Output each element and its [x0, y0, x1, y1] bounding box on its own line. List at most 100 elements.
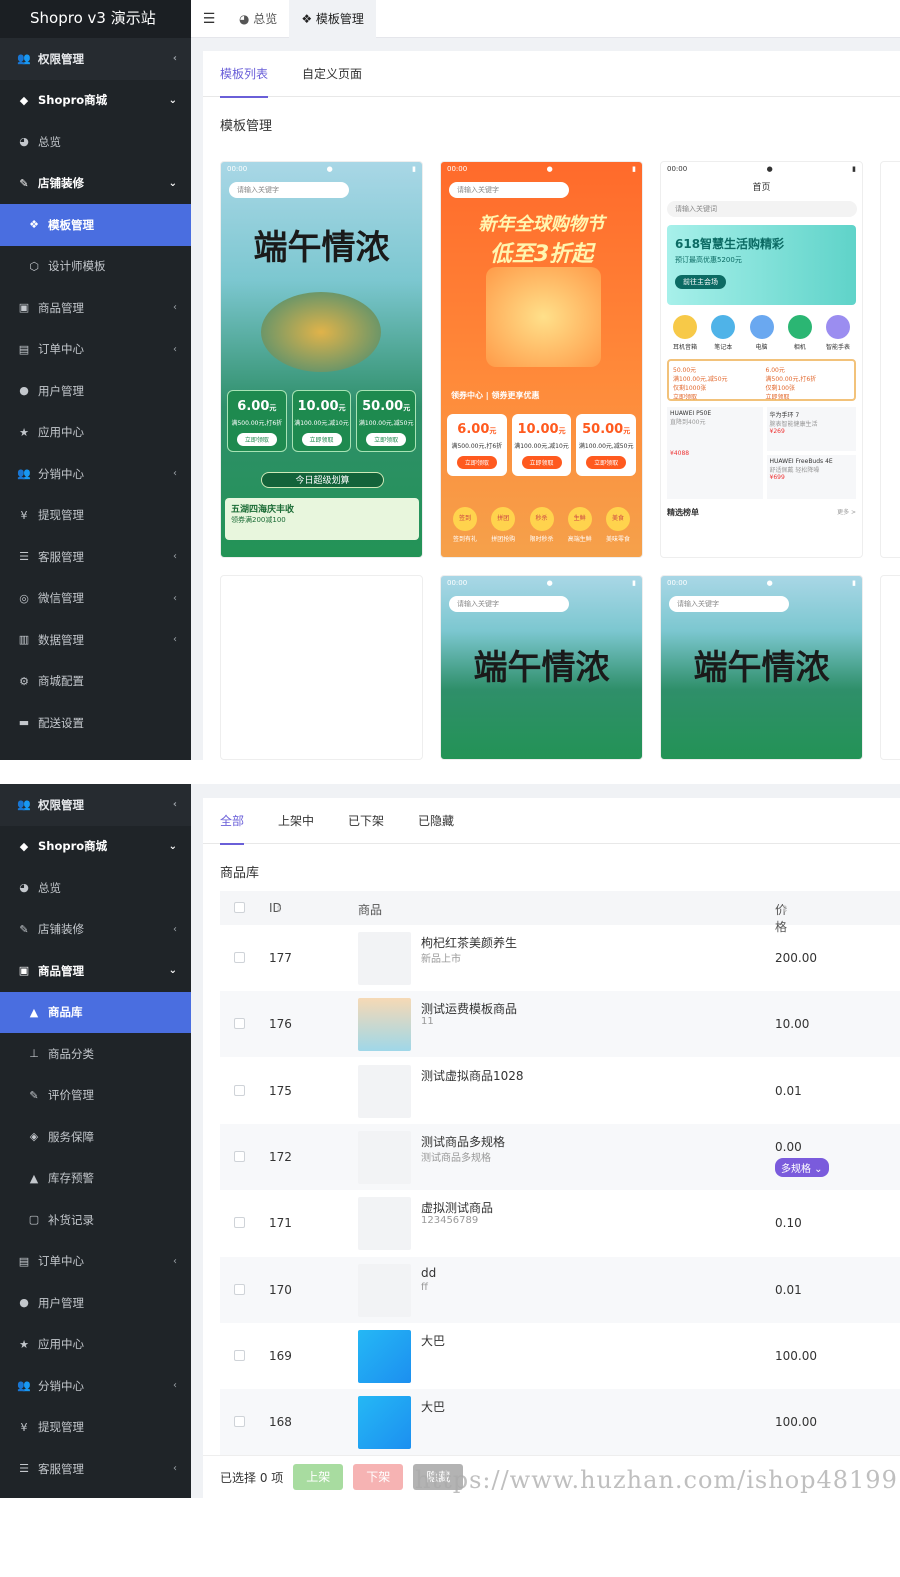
sidebar-item[interactable]: ❖ 模板管理: [0, 204, 191, 246]
battery-icon: ▮: [852, 579, 856, 587]
template-preview-618[interactable]: 00:00 ● ▮ 首页 请输入关键词 618智慧生活购精彩 预订最高优惠5200元…: [660, 161, 863, 558]
product-name[interactable]: 测试运费模板商品: [421, 1000, 517, 1017]
top-tab-overview[interactable]: ◕ 总览: [227, 0, 289, 38]
category-icon-item[interactable]: 拼团 拼团抢购: [485, 507, 521, 543]
sidebar-item[interactable]: 👥 权限管理 ‹: [0, 784, 191, 826]
tab-custom-page[interactable]: 自定义页面: [302, 51, 362, 97]
sidebar-item[interactable]: ✎ 店铺装修 ‹: [0, 909, 191, 951]
hamburger-icon[interactable]: ☰: [191, 11, 227, 27]
category-icon-item[interactable]: 耳机音箱: [667, 315, 703, 351]
sidebar-item[interactable]: ⬡ 设计师模板: [0, 246, 191, 288]
product-name[interactable]: dd: [421, 1266, 436, 1280]
product-name[interactable]: 测试虚拟商品1028: [421, 1067, 524, 1084]
product-name[interactable]: 测试商品多规格: [421, 1133, 505, 1150]
users-icon: 👥: [17, 798, 31, 812]
product-card[interactable]: HUAWEI P50E 直降到400元 ¥4088: [667, 407, 763, 499]
table-row[interactable]: 177 枸杞红茶美颜养生 新品上市 200.00: [220, 925, 900, 991]
sidebar-item[interactable]: ● 用户管理: [0, 370, 191, 412]
tab-hidden[interactable]: 已隐藏: [418, 798, 454, 844]
category-icon-item[interactable]: 笔记本: [705, 315, 741, 351]
sidebar-item[interactable]: ¥ 提现管理: [0, 495, 191, 537]
sidebar-item[interactable]: ⚙ 商城配置: [0, 661, 191, 703]
template-preview-dragon-boat-2[interactable]: 00:00 ● ▮ 请输入关键字 端午情浓: [440, 575, 643, 760]
template-preview-partial-2[interactable]: [880, 575, 900, 760]
sidebar-item[interactable]: ● 用户管理: [0, 1282, 191, 1324]
template-preview-empty[interactable]: [220, 575, 423, 760]
category-icon-item[interactable]: 电脑: [744, 315, 780, 351]
sidebar-item[interactable]: ⊥ 商品分类: [0, 1033, 191, 1075]
category-icon-item[interactable]: 美食 美味零食: [600, 507, 636, 543]
category-icon-item[interactable]: 相机: [782, 315, 818, 351]
sidebar-item[interactable]: ▥ 数据管理 ‹: [0, 619, 191, 661]
sidebar-item[interactable]: ◕ 总览: [0, 867, 191, 909]
product-card[interactable]: HUAWEI FreeBuds 4E 舒适佩戴 轻松降噪 ¥699: [766, 455, 856, 499]
row-checkbox[interactable]: [234, 1416, 245, 1428]
multi-spec-badge[interactable]: 多规格 ⌄: [775, 1157, 829, 1177]
sidebar-item[interactable]: ◆ Shopro商城 ⌄: [0, 826, 191, 868]
row-checkbox[interactable]: [234, 952, 245, 963]
sidebar-item[interactable]: ◎ 微信管理 ‹: [0, 578, 191, 620]
column-price[interactable]: 价格 ⇕: [775, 901, 789, 934]
product-card[interactable]: 华为手环 7 腕表智能健康生活 ¥269: [766, 407, 856, 451]
product-name[interactable]: 大巴: [421, 1332, 445, 1349]
sidebar-item[interactable]: ★ 应用中心: [0, 412, 191, 454]
select-all-checkbox[interactable]: [234, 902, 245, 913]
product-name[interactable]: 枸杞红茶美颜养生: [421, 934, 517, 951]
sidebar-item[interactable]: 👥 分销中心 ‹: [0, 453, 191, 495]
sidebar-item[interactable]: ▣ 商品管理 ⌄: [0, 950, 191, 992]
row-checkbox[interactable]: [234, 1283, 245, 1295]
sidebar-item[interactable]: ☰ 客服管理 ‹: [0, 1448, 191, 1490]
template-preview-new-year[interactable]: 00:00 ● ▮ 请输入关键字 新年全球购物节 低至3折起 领券中心 | 领券更享…: [440, 161, 643, 558]
brush-icon: ✎: [19, 922, 29, 936]
sidebar-item[interactable]: ✎ 评价管理: [0, 1075, 191, 1117]
sidebar-item[interactable]: ◆ Shopro商城 ⌄: [0, 80, 191, 122]
sidebar-item[interactable]: ▲ 库存预警: [0, 1158, 191, 1200]
sidebar-item[interactable]: 👥 权限管理 ‹: [0, 38, 191, 80]
template-preview-dragon-boat[interactable]: 00:00 ● ▮ 请输入关键字 端午情浓 6.00元 满500.00元,打6折 立即领…: [220, 161, 423, 558]
table-row[interactable]: 172 测试商品多规格 测试商品多规格 0.00 多规格 ⌄: [220, 1123, 900, 1190]
row-checkbox[interactable]: [234, 1349, 245, 1361]
category-icon-item[interactable]: 签到 签到有礼: [447, 507, 483, 543]
column-id[interactable]: ID ⇕: [269, 901, 283, 915]
row-checkbox[interactable]: [234, 1217, 245, 1229]
template-preview-partial[interactable]: [880, 161, 900, 558]
top-tab-templates[interactable]: ❖ 模板管理: [289, 0, 376, 38]
sidebar-item[interactable]: ◈ 服务保障: [0, 1116, 191, 1158]
sidebar-item[interactable]: ▣ 商品管理 ‹: [0, 287, 191, 329]
tab-template-list[interactable]: 模板列表: [220, 51, 269, 98]
table-row[interactable]: 168 大巴 100.00: [220, 1389, 900, 1456]
sidebar-item[interactable]: ☰ 客服管理 ‹: [0, 536, 191, 578]
table-row[interactable]: 169 大巴 100.00: [220, 1323, 900, 1389]
sidebar-item[interactable]: ✎ 店铺装修 ⌄: [0, 163, 191, 205]
tab-off-shelf[interactable]: 已下架: [348, 798, 384, 844]
category-icon-item[interactable]: 生鲜 高端生鲜: [562, 507, 598, 543]
sidebar-item[interactable]: ◕ 总览: [0, 121, 191, 163]
unpublish-button[interactable]: 下架: [353, 1464, 404, 1490]
sidebar-item[interactable]: ★ 应用中心: [0, 1324, 191, 1366]
sidebar-item[interactable]: 👥 分销中心 ‹: [0, 1365, 191, 1407]
sidebar-item[interactable]: ▲ 商品库: [0, 991, 191, 1033]
product-name[interactable]: 大巴: [421, 1398, 445, 1415]
category-icon-item[interactable]: 智能手表: [820, 315, 856, 351]
table-row[interactable]: 171 虚拟测试商品 123456789 0.10: [220, 1190, 900, 1256]
sidebar-item[interactable]: ▢ 补货记录: [0, 1199, 191, 1241]
row-checkbox[interactable]: [234, 1150, 245, 1162]
publish-button[interactable]: 上架: [293, 1464, 344, 1490]
users-icon: 👥: [17, 467, 31, 481]
sidebar-item[interactable]: ▤ 订单中心 ‹: [0, 1241, 191, 1283]
row-checkbox[interactable]: [234, 1084, 245, 1096]
sidebar-item[interactable]: ▬ 配送设置: [0, 702, 191, 744]
coupon: 50.00元 满100.00元,减50元 仅剩1000张 立即领取: [673, 367, 728, 401]
sidebar-item[interactable]: ▤ 订单中心 ‹: [0, 329, 191, 371]
category-icon-item[interactable]: 秒杀 限时秒杀: [524, 507, 560, 543]
table-row[interactable]: 170 dd ff 0.01: [220, 1256, 900, 1323]
template-preview-dragon-boat-3[interactable]: 00:00 ● ▮ 请输入关键字 端午情浓: [660, 575, 863, 760]
row-checkbox[interactable]: [234, 1018, 245, 1030]
tab-all[interactable]: 全部: [220, 798, 245, 845]
table-row[interactable]: 176 测试运费模板商品 11 10.00: [220, 991, 900, 1058]
sidebar-item[interactable]: ¥ 提现管理: [0, 1407, 191, 1449]
table-row[interactable]: 175 测试虚拟商品1028 0.01: [220, 1058, 900, 1124]
product-name[interactable]: 虚拟测试商品: [421, 1199, 493, 1216]
search-input: 请输入关键字: [449, 182, 569, 198]
tab-on-sale[interactable]: 上架中: [278, 798, 314, 844]
